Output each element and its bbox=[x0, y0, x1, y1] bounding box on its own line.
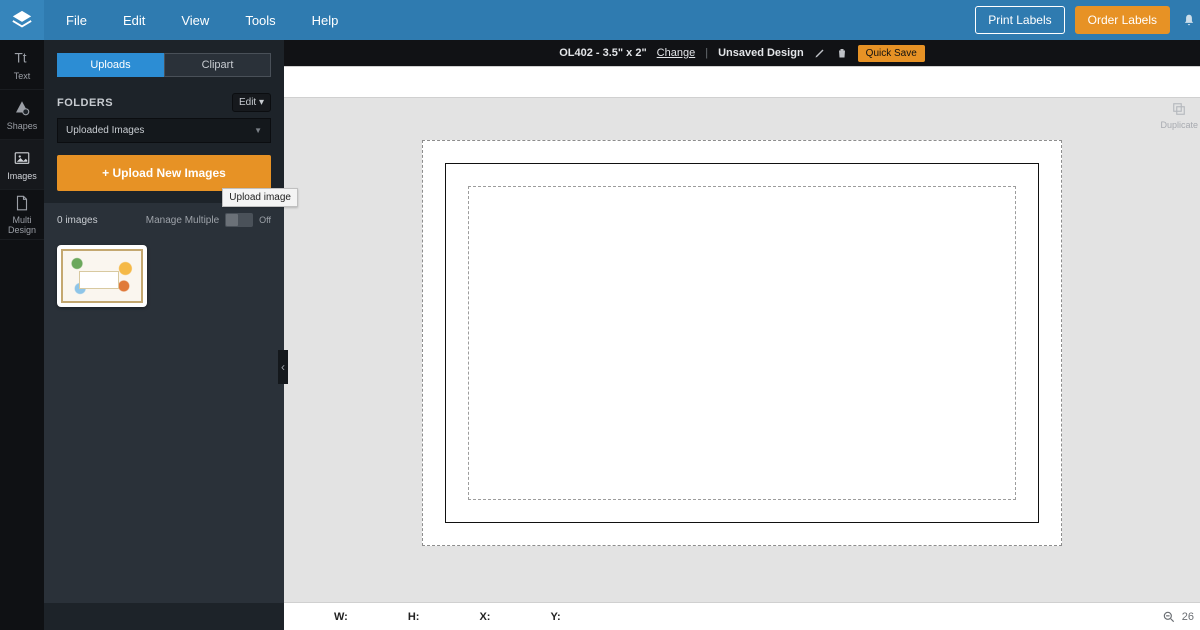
height-label: H: bbox=[408, 611, 420, 623]
zoom-out-icon[interactable] bbox=[1162, 610, 1176, 624]
manage-multiple-label: Manage Multiple bbox=[146, 215, 219, 226]
menu-tools[interactable]: Tools bbox=[245, 13, 275, 28]
menu-help[interactable]: Help bbox=[312, 13, 339, 28]
menu-view[interactable]: View bbox=[181, 13, 209, 28]
design-surface[interactable] bbox=[334, 140, 1150, 600]
x-label: X: bbox=[479, 611, 490, 623]
tool-text[interactable]: Tt Text bbox=[0, 40, 44, 90]
tool-strip: Tt Text Shapes Images Multi Design bbox=[0, 40, 44, 630]
side-panel: Uploads Clipart FOLDERS Edit ▾ Uploaded … bbox=[44, 40, 284, 630]
tool-images-label: Images bbox=[7, 171, 37, 181]
image-count-label: 0 images bbox=[57, 215, 98, 226]
menu-bar: File Edit View Tools Help bbox=[66, 13, 338, 28]
document-icon bbox=[13, 194, 31, 212]
design-name: Unsaved Design bbox=[718, 47, 804, 59]
panel-tabs: Uploads Clipart bbox=[57, 53, 271, 77]
tool-images[interactable]: Images bbox=[0, 140, 44, 190]
upload-new-images-button[interactable]: + Upload New Images bbox=[57, 155, 271, 191]
duplicate-label: Duplicate bbox=[1160, 120, 1198, 130]
duplicate-icon bbox=[1170, 100, 1188, 118]
bleed-guide bbox=[422, 140, 1062, 546]
chevron-left-icon: ‹ bbox=[281, 360, 285, 374]
canvas-area: OL402 - 3.5" x 2" Change | Unsaved Desig… bbox=[284, 40, 1200, 630]
manage-multiple-toggle[interactable] bbox=[225, 213, 253, 227]
toggle-off-label: Off bbox=[259, 215, 271, 225]
folders-edit-dropdown[interactable]: Edit ▾ bbox=[232, 93, 271, 112]
tab-uploads[interactable]: Uploads bbox=[57, 53, 164, 77]
bell-icon[interactable] bbox=[1182, 12, 1196, 28]
zoom-value: 26 bbox=[1182, 611, 1194, 623]
tool-shapes[interactable]: Shapes bbox=[0, 90, 44, 140]
safe-zone-guide bbox=[468, 186, 1016, 500]
tab-clipart[interactable]: Clipart bbox=[164, 53, 271, 77]
layers-icon bbox=[11, 9, 33, 31]
ruler-bar bbox=[284, 66, 1200, 98]
chevron-down-icon: ▼ bbox=[254, 126, 262, 135]
pencil-icon[interactable] bbox=[814, 47, 826, 59]
trash-icon[interactable] bbox=[836, 47, 848, 59]
image-thumbnail[interactable] bbox=[57, 245, 147, 307]
print-labels-button[interactable]: Print Labels bbox=[975, 6, 1064, 34]
info-bar: OL402 - 3.5" x 2" Change | Unsaved Desig… bbox=[284, 40, 1200, 66]
folder-select[interactable]: Uploaded Images ▼ bbox=[57, 118, 271, 143]
shapes-icon bbox=[13, 99, 31, 117]
app-logo[interactable] bbox=[0, 0, 44, 40]
right-toolbar: Duplicate bbox=[1160, 100, 1198, 130]
separator: | bbox=[705, 47, 708, 59]
folders-heading: FOLDERS bbox=[57, 97, 113, 109]
thumbnail-preview bbox=[61, 249, 143, 303]
order-labels-button[interactable]: Order Labels bbox=[1075, 6, 1170, 34]
tool-multi-label: Multi Design bbox=[0, 216, 44, 236]
change-product-link[interactable]: Change bbox=[657, 47, 696, 59]
duplicate-button[interactable]: Duplicate bbox=[1160, 100, 1198, 130]
text-icon: Tt bbox=[13, 49, 31, 67]
y-label: Y: bbox=[550, 611, 560, 623]
width-label: W: bbox=[334, 611, 348, 623]
top-bar: File Edit View Tools Help Print Labels O… bbox=[0, 0, 1200, 40]
tool-multi-design[interactable]: Multi Design bbox=[0, 190, 44, 240]
product-label: OL402 - 3.5" x 2" bbox=[559, 47, 646, 59]
upload-tooltip: Upload image bbox=[222, 188, 298, 207]
menu-file[interactable]: File bbox=[66, 13, 87, 28]
panel-collapse-handle[interactable]: ‹ bbox=[278, 350, 288, 384]
quick-save-button[interactable]: Quick Save bbox=[858, 45, 925, 62]
menu-edit[interactable]: Edit bbox=[123, 13, 145, 28]
label-boundary bbox=[445, 163, 1039, 523]
folder-select-value: Uploaded Images bbox=[66, 125, 144, 136]
tool-text-label: Text bbox=[14, 71, 31, 81]
image-icon bbox=[13, 149, 31, 167]
tool-shapes-label: Shapes bbox=[7, 121, 38, 131]
bottom-bar: W: H: X: Y: 26 bbox=[284, 602, 1200, 630]
svg-text:Tt: Tt bbox=[15, 50, 27, 65]
panel-lower: 0 images Manage Multiple Off bbox=[44, 203, 284, 603]
